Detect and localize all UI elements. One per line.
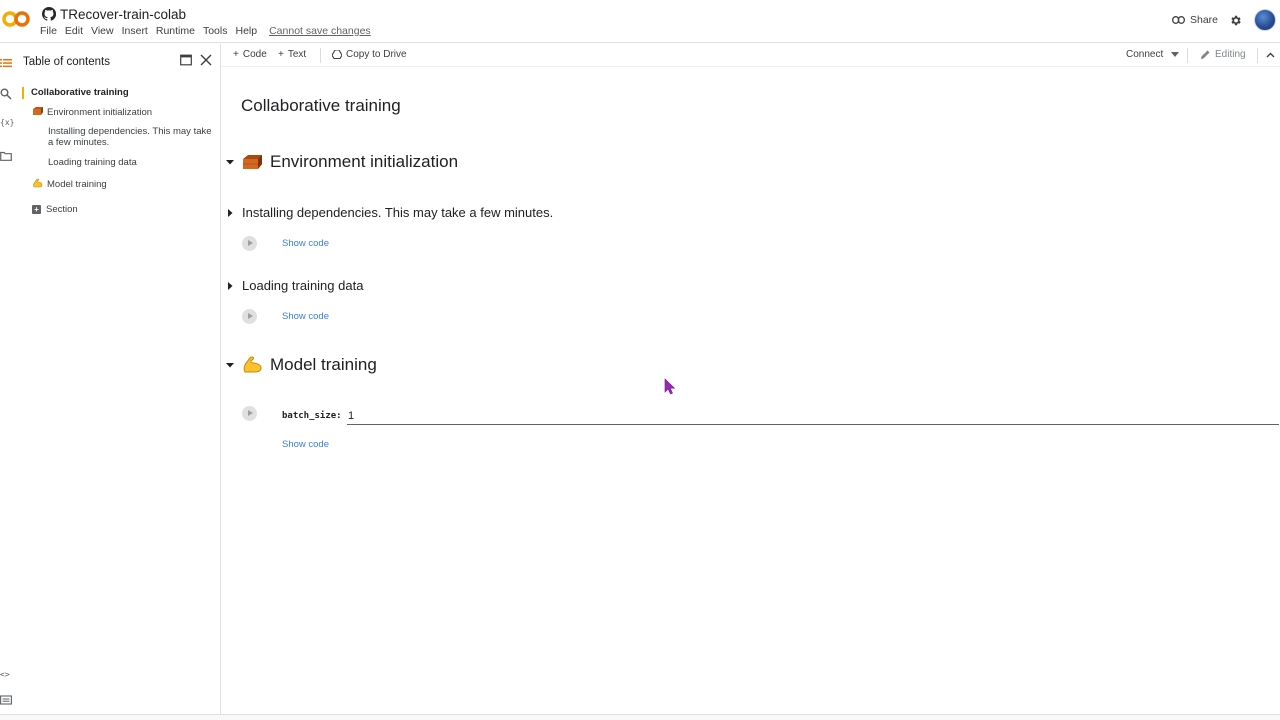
subsection-loading-training-data: Loading training data (226, 278, 363, 293)
toolbar-divider (1257, 48, 1258, 63)
menu-help[interactable]: Help (235, 25, 257, 37)
chevron-up-icon[interactable] (1266, 52, 1275, 58)
flexed-biceps-icon (243, 356, 262, 373)
flexed-biceps-icon (33, 178, 43, 188)
toc-item-label: Loading training data (48, 157, 137, 168)
toc-item-label: Section (46, 204, 78, 215)
toolbar-divider (1187, 48, 1188, 63)
avatar[interactable] (1254, 9, 1276, 31)
subsection-title: Installing dependencies. This may take a… (242, 205, 554, 220)
run-cell-button[interactable] (242, 236, 257, 251)
add-text-label: Text (287, 49, 307, 60)
notebook-toolbar: + Code + Text Copy to Drive Connect Editin… (221, 44, 1280, 67)
editing-label: Editing (1215, 49, 1246, 60)
run-cell-button[interactable] (242, 309, 257, 324)
toc-item-model-training[interactable]: Model training (32, 178, 107, 190)
github-icon (42, 7, 56, 21)
section-environment-initialization: Environment initialization (226, 152, 458, 172)
copy-to-drive-button[interactable]: Copy to Drive (332, 49, 407, 60)
title-row: TRecover-train-colab (42, 5, 186, 23)
subsection-installing-dependencies: Installing dependencies. This may take a… (226, 205, 553, 220)
open-in-tab-icon[interactable] (180, 54, 192, 66)
add-code-label: Code (242, 49, 267, 60)
section-title: Environment initialization (270, 152, 459, 171)
toc-active-marker (22, 87, 24, 99)
drive-icon (332, 50, 342, 59)
mouse-cursor-icon (664, 378, 676, 395)
add-text-button[interactable]: + Text (278, 49, 306, 60)
section-title: Model training (270, 355, 377, 374)
toc-item-label: Collaborative training (31, 87, 129, 98)
show-code-link[interactable]: Show code (282, 311, 329, 322)
save-warning-link[interactable]: Cannot save changes (269, 25, 371, 37)
terminal-icon[interactable] (0, 694, 12, 706)
variables-icon[interactable]: {x} (0, 118, 14, 130)
search-icon[interactable] (0, 88, 12, 100)
share-button[interactable]: Share (1172, 14, 1218, 26)
toc-item-collaborative-training[interactable]: Collaborative training (31, 87, 129, 98)
plus-icon: + (278, 49, 284, 60)
brick-icon (33, 107, 43, 115)
notebook-title[interactable]: TRecover-train-colab (60, 7, 186, 22)
editing-mode-button[interactable]: Editing (1200, 49, 1246, 60)
toolbar-divider (320, 48, 321, 63)
chevron-down-icon (1171, 52, 1180, 57)
connect-label: Connect (1126, 49, 1164, 60)
link-icon (1172, 16, 1185, 24)
show-code-link[interactable]: Show code (282, 238, 329, 249)
brick-icon (243, 155, 262, 169)
menu-file[interactable]: File (40, 25, 57, 37)
toc-item-label: Environment initialization (47, 107, 153, 118)
toc-item-installing-dependencies[interactable]: Installing dependencies. This may take a… (48, 126, 218, 148)
folder-icon[interactable] (0, 150, 12, 162)
add-section-icon: + (32, 205, 41, 214)
collapse-caret-icon[interactable] (226, 361, 234, 369)
toc-list-icon[interactable] (0, 57, 12, 69)
code-snippets-icon[interactable]: <> (0, 670, 14, 682)
show-code-link[interactable]: Show code (282, 439, 329, 450)
section-model-training: Model training (226, 355, 377, 375)
plus-icon: + (233, 49, 239, 60)
batch-size-input[interactable] (347, 407, 1279, 425)
menu-tools[interactable]: Tools (203, 25, 228, 37)
close-icon[interactable] (200, 54, 212, 66)
subsection-title: Loading training data (242, 278, 364, 293)
add-code-button[interactable]: + Code (233, 49, 267, 60)
toc-add-section[interactable]: + Section (32, 204, 78, 215)
param-label: batch_size: (282, 411, 342, 421)
pencil-icon (1200, 50, 1210, 60)
colab-logo-icon[interactable] (2, 10, 30, 28)
copy-to-drive-label: Copy to Drive (346, 49, 407, 60)
menu-runtime[interactable]: Runtime (156, 25, 195, 37)
toc-panel: Table of contents Collaborative training… (14, 44, 221, 714)
toc-item-label: Model training (47, 179, 107, 190)
menu-insert[interactable]: Insert (122, 25, 148, 37)
collapse-caret-icon[interactable] (226, 158, 234, 166)
toc-item-environment-initialization[interactable]: Environment initialization (32, 106, 152, 118)
expand-caret-icon[interactable] (226, 208, 234, 217)
expand-caret-icon[interactable] (226, 281, 234, 290)
share-label: Share (1190, 14, 1219, 26)
notebook-content: Collaborative training Environment initi… (221, 67, 1280, 717)
run-cell-button[interactable] (242, 406, 257, 421)
gear-icon[interactable] (1229, 14, 1242, 27)
toc-title: Table of contents (23, 56, 110, 68)
toc-item-label: Installing dependencies. This may take a… (48, 126, 212, 148)
menu-view[interactable]: View (91, 25, 114, 37)
menu-bar: File Edit View Insert Runtime Tools Help… (40, 25, 371, 37)
heading-collaborative-training: Collaborative training (241, 96, 401, 115)
toc-item-loading-training-data[interactable]: Loading training data (48, 157, 137, 168)
left-rail: {x} <> (0, 44, 14, 720)
status-bar (0, 714, 1280, 720)
connect-button[interactable]: Connect (1126, 49, 1180, 60)
app-header: TRecover-train-colab File Edit View Inse… (0, 0, 1280, 43)
menu-edit[interactable]: Edit (65, 25, 83, 37)
